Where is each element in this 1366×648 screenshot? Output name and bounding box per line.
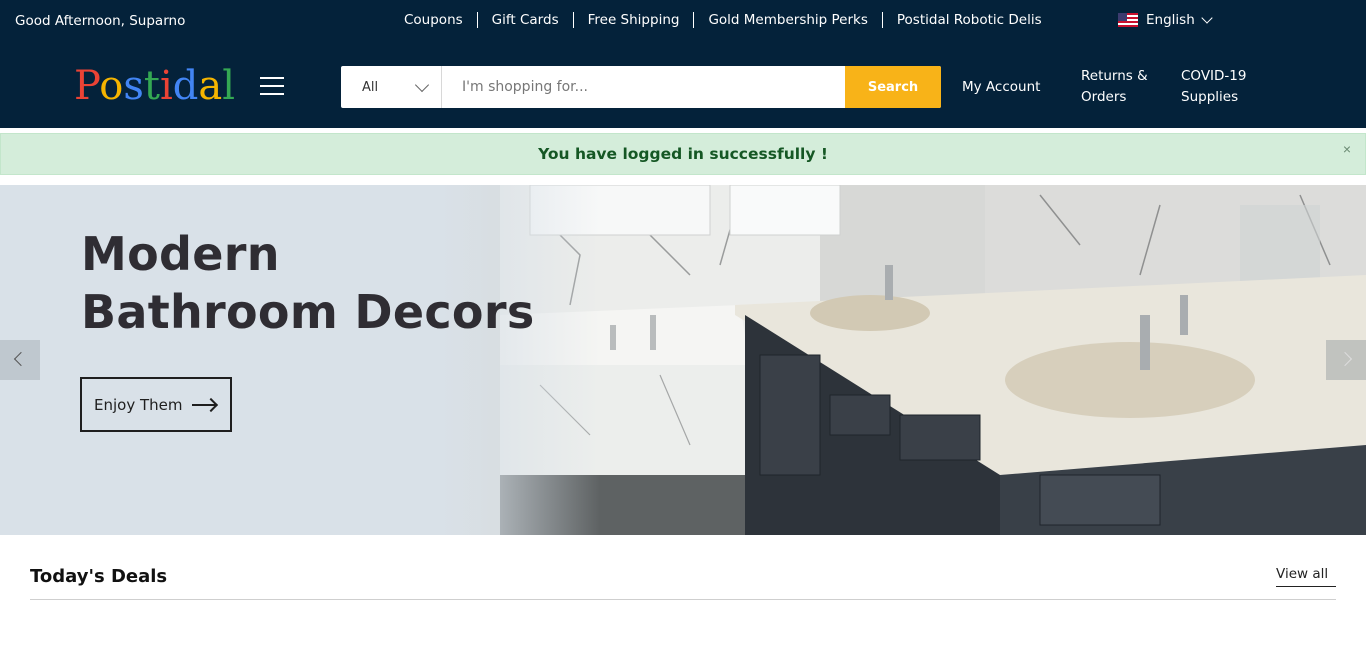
- search-input[interactable]: [442, 66, 845, 108]
- covid-line-2: Supplies: [1181, 89, 1239, 105]
- chevron-down-icon: [414, 77, 430, 93]
- my-account-link[interactable]: My Account: [962, 77, 1040, 98]
- returns-line-1: Returns &: [1081, 68, 1148, 84]
- top-link-free-shipping[interactable]: Free Shipping: [574, 12, 695, 28]
- search-bar: All Search: [341, 66, 941, 108]
- search-category-value: All: [362, 79, 379, 95]
- language-label: English: [1146, 12, 1195, 28]
- banner-title-line-1: Modern: [81, 227, 280, 281]
- arrow-right-icon: [192, 403, 217, 406]
- top-link-coupons[interactable]: Coupons: [390, 12, 478, 28]
- enjoy-them-button[interactable]: Enjoy Them: [80, 377, 232, 432]
- hamburger-menu-icon[interactable]: [260, 77, 284, 97]
- alert-message: You have logged in successfully !: [538, 145, 828, 163]
- chevron-left-icon: [13, 351, 29, 367]
- language-selector[interactable]: English: [1118, 12, 1213, 28]
- logo-letter: a: [198, 63, 223, 109]
- returns-orders-link[interactable]: Returns & Orders: [1081, 66, 1148, 108]
- top-link-gift-cards[interactable]: Gift Cards: [478, 12, 574, 28]
- section-divider: [30, 599, 1336, 600]
- main-header: Postidal All Search My Account Returns &…: [0, 44, 1366, 128]
- top-link-gold-membership[interactable]: Gold Membership Perks: [694, 12, 883, 28]
- top-link-robotic-delis[interactable]: Postidal Robotic Delis: [883, 12, 1056, 28]
- site-logo[interactable]: Postidal: [74, 64, 235, 108]
- returns-line-2: Orders: [1081, 89, 1127, 105]
- logo-letter: l: [222, 63, 236, 109]
- search-category-select[interactable]: All: [341, 66, 442, 108]
- banner-title: Modern Bathroom Decors: [81, 225, 535, 341]
- view-all-link[interactable]: View all: [1276, 566, 1336, 587]
- logo-letter: P: [74, 63, 100, 109]
- logo-letter: i: [160, 63, 173, 109]
- logo-letter: s: [123, 63, 144, 109]
- enjoy-them-label: Enjoy Them: [94, 395, 183, 414]
- greeting-text: Good Afternoon, Suparno: [15, 13, 186, 29]
- us-flag-icon: [1118, 13, 1138, 27]
- close-icon[interactable]: ×: [1343, 142, 1351, 156]
- carousel-next-button[interactable]: [1326, 340, 1366, 380]
- logo-letter: o: [99, 63, 124, 109]
- success-alert: You have logged in successfully ! ×: [0, 133, 1366, 175]
- covid-supplies-link[interactable]: COVID-19 Supplies: [1181, 66, 1246, 108]
- search-button[interactable]: Search: [845, 66, 941, 108]
- hero-banner: Modern Bathroom Decors Enjoy Them: [0, 185, 1366, 535]
- banner-title-line-2: Bathroom Decors: [81, 285, 535, 339]
- todays-deals-heading: Today's Deals: [30, 566, 168, 587]
- chevron-down-icon: [1201, 12, 1213, 24]
- chevron-right-icon: [1337, 351, 1353, 367]
- logo-letter: t: [143, 63, 160, 109]
- top-links: Coupons Gift Cards Free Shipping Gold Me…: [390, 12, 1056, 28]
- covid-line-1: COVID-19: [1181, 68, 1247, 84]
- logo-letter: d: [172, 63, 199, 109]
- top-bar: Good Afternoon, Suparno Coupons Gift Car…: [0, 0, 1366, 44]
- carousel-prev-button[interactable]: [0, 340, 40, 380]
